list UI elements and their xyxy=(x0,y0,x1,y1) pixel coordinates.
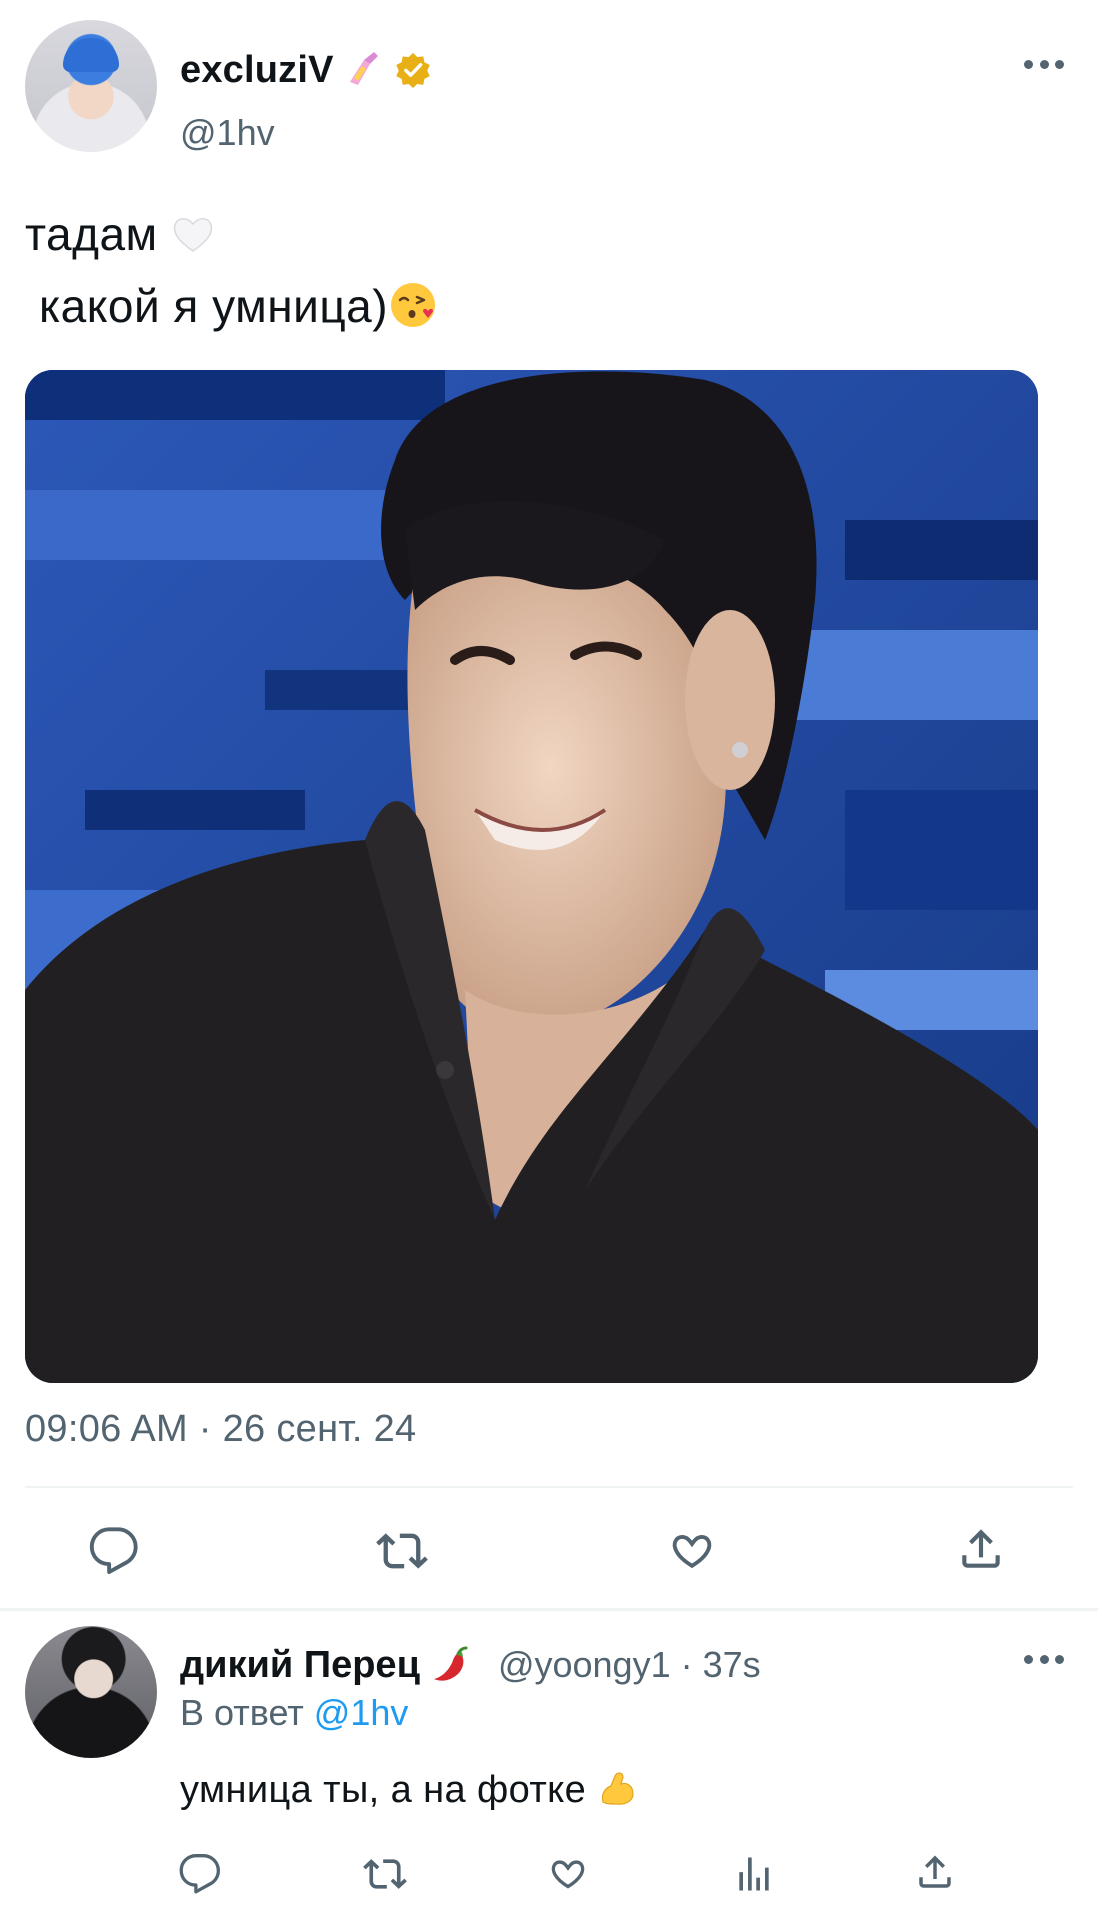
white-heart-icon xyxy=(173,218,213,252)
tweet-text-line-2: какой я умница) xyxy=(39,280,389,332)
tweet-timestamp[interactable]: 09:06 AM · 26 сент. 24 xyxy=(25,1408,416,1451)
flexed-biceps-icon xyxy=(602,1772,634,1805)
kissing-face-icon xyxy=(391,283,436,327)
author-handle[interactable]: @1hv xyxy=(180,112,275,154)
author-display-name[interactable]: excluziV xyxy=(180,49,334,92)
reply-author-avatar[interactable] xyxy=(25,1626,157,1758)
hot-pepper-icon xyxy=(433,1646,468,1681)
more-options-icon[interactable] xyxy=(1024,58,1064,70)
author-avatar[interactable] xyxy=(25,20,157,152)
main-tweet: excluziV @1hv тадам какой я умница) 09:0… xyxy=(0,0,1098,1608)
like-icon[interactable] xyxy=(666,1525,718,1577)
photo-image xyxy=(25,370,1038,1383)
reply-display-name[interactable]: дикий Перец xyxy=(180,1644,420,1687)
reply-separator-dot: · xyxy=(680,1644,693,1685)
share-icon[interactable] xyxy=(956,1523,1006,1575)
author-name-row: excluziV xyxy=(180,46,432,94)
reply-reply-icon[interactable] xyxy=(178,1852,222,1896)
replying-to-line: В ответ @1hv xyxy=(180,1692,408,1734)
reply-share-icon[interactable] xyxy=(914,1850,956,1894)
reply-time[interactable]: 37s xyxy=(703,1644,761,1686)
tweet-text-line-1: тадам xyxy=(25,208,158,260)
replying-to-label: В ответ xyxy=(180,1692,304,1733)
reply-icon[interactable] xyxy=(88,1525,140,1577)
retweet-icon[interactable] xyxy=(374,1525,430,1577)
reply-text: умница ты, а на фотке xyxy=(180,1768,637,1812)
section-separator xyxy=(0,1608,1098,1611)
reply-retweet-icon[interactable] xyxy=(362,1852,408,1896)
tweet-text: тадам какой я умница) xyxy=(25,198,438,342)
divider xyxy=(25,1486,1073,1488)
reply-header: дикий Перец @yoongy1 · 37s xyxy=(180,1640,761,1690)
views-icon[interactable] xyxy=(732,1852,776,1896)
nail-polish-icon xyxy=(349,52,378,85)
tweet-action-bar xyxy=(0,1515,1098,1585)
tweet-detail-screen: excluziV @1hv тадам какой я умница) 09:0… xyxy=(0,0,1098,1920)
reply-action-bar xyxy=(0,1846,1098,1906)
reply-text-content: умница ты, а на фотке xyxy=(180,1769,587,1811)
verified-badge-icon xyxy=(395,52,430,89)
replying-to-mention[interactable]: @1hv xyxy=(314,1692,409,1733)
reply-more-options-icon[interactable] xyxy=(1024,1653,1064,1665)
reply-handle[interactable]: @yoongy1 xyxy=(498,1644,671,1686)
tweet-photo[interactable] xyxy=(25,370,1038,1383)
reply-like-icon[interactable] xyxy=(546,1852,590,1896)
